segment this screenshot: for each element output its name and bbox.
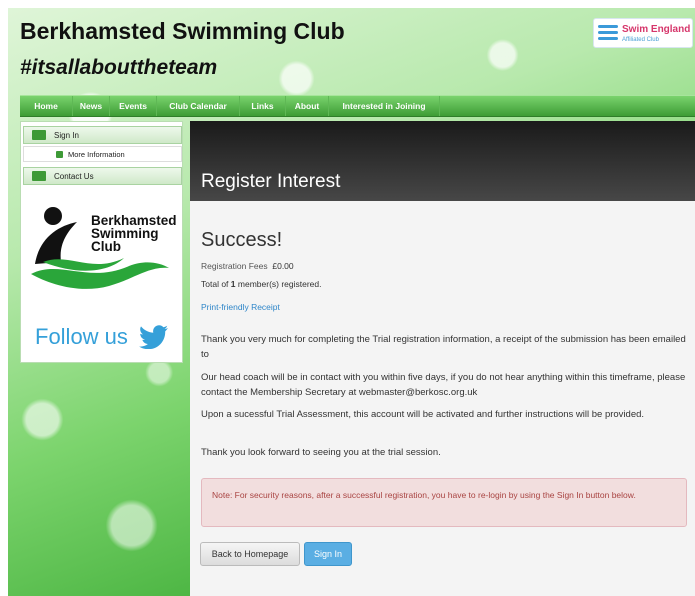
twitter-icon[interactable] (139, 325, 169, 349)
sidebar-sign-in[interactable]: Sign In (23, 126, 182, 144)
follow-us-link[interactable]: Follow us (35, 324, 128, 350)
registration-fees: Registration Fees £0.00 (201, 261, 294, 271)
mail-icon (32, 171, 46, 181)
logo-line: Club (91, 239, 121, 254)
swim-england-badge: Swim England Affiliated Club (593, 18, 693, 48)
alert-text: Note: For security reasons, after a succ… (212, 490, 636, 500)
swim-england-logo-icon (598, 25, 618, 43)
sidebar-more-information-label: More Information (68, 150, 125, 159)
page-title: Register Interest (201, 171, 341, 192)
contact-paragraph: Our head coach will be in contact with y… (201, 372, 686, 398)
fees-value: £0.00 (272, 261, 294, 271)
content-header: Register Interest (190, 121, 695, 201)
site-title: Berkhamsted Swimming Club (20, 18, 345, 44)
nav-home[interactable]: Home (20, 96, 73, 116)
sidebar-contact-us[interactable]: Contact Us (23, 167, 182, 185)
total-prefix: Total of (201, 279, 229, 289)
nav-club-calendar[interactable]: Club Calendar (157, 96, 240, 116)
nav-news[interactable]: News (73, 96, 110, 116)
nav-interested-in-joining[interactable]: Interested in Joining (329, 96, 440, 116)
success-heading: Success! (201, 229, 283, 251)
bullet-icon (56, 151, 63, 158)
assessment-paragraph: Upon a sucessful Trial Assessment, this … (201, 409, 645, 420)
sidebar: Sign In More Information Contact Us Berk… (20, 121, 183, 363)
site-tagline: #itsallabouttheteam (20, 56, 218, 79)
sign-in-icon (32, 130, 46, 140)
closing-paragraph: Thank you look forward to seeing you at … (201, 447, 441, 458)
sidebar-sign-in-label: Sign In (54, 131, 79, 140)
thank-you-paragraph: Thank you very much for completing the T… (201, 334, 686, 360)
club-logo-text: Berkhamsted Swimming Club (91, 214, 177, 254)
main-nav: Home News Events Club Calendar Links Abo… (20, 95, 695, 117)
sidebar-contact-us-label: Contact Us (54, 172, 94, 181)
print-receipt-link[interactable]: Print-friendly Receipt (201, 302, 280, 312)
total-suffix: member(s) registered. (237, 279, 322, 289)
badge-sub: Affiliated Club (622, 37, 659, 43)
nav-links[interactable]: Links (240, 96, 286, 116)
nav-about[interactable]: About (286, 96, 329, 116)
main-content: Register Interest Success! Registration … (190, 121, 695, 596)
security-alert: Note: For security reasons, after a succ… (201, 478, 687, 527)
back-to-homepage-button[interactable]: Back to Homepage (200, 542, 300, 566)
total-count: 1 (230, 279, 236, 289)
sign-in-button[interactable]: Sign In (304, 542, 352, 566)
total-registered: Total of 1 member(s) registered. (201, 279, 322, 289)
nav-events[interactable]: Events (110, 96, 157, 116)
badge-name: Swim England (622, 24, 691, 35)
sidebar-more-information[interactable]: More Information (23, 146, 182, 162)
fees-label: Registration Fees (201, 261, 268, 271)
